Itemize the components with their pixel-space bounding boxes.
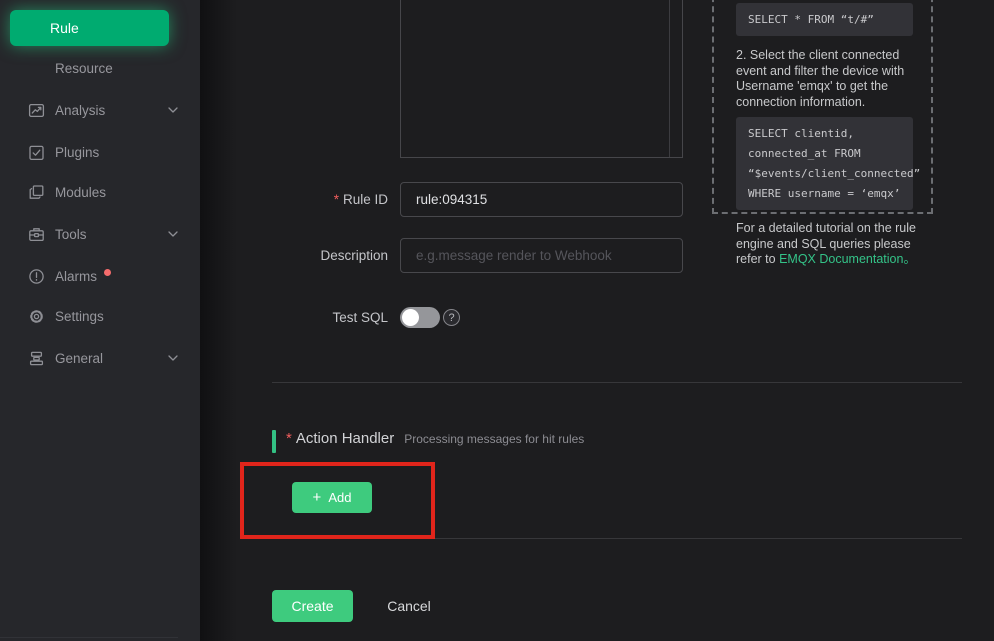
chevron-down-icon <box>167 229 179 239</box>
sidebar-item-label: Resource <box>55 61 113 76</box>
copy-icon <box>28 184 45 201</box>
sidebar-item-label: Settings <box>55 309 104 324</box>
section-divider <box>272 382 962 383</box>
alert-circle-icon <box>28 268 45 285</box>
section-title: Action Handler <box>296 430 394 447</box>
sidebar-item-label: General <box>55 351 103 366</box>
sql-example-client-connected: SELECT clientid, connected_at FROM “$eve… <box>736 117 913 210</box>
sql-example-basic: SELECT * FROM “t/#” <box>736 3 913 36</box>
app-root: { "colors": { "accent_green": "#00ab70",… <box>0 0 994 641</box>
emqx-documentation-link[interactable]: EMQX Documentation <box>779 252 903 266</box>
sidebar-item-plugins[interactable]: Plugins <box>0 132 200 172</box>
add-action-button[interactable]: + Add <box>292 482 372 513</box>
help-question-icon[interactable]: ? <box>443 309 460 326</box>
sidebar-bottom-divider <box>0 637 178 638</box>
alarm-badge-dot <box>104 269 111 276</box>
help-paragraph-1: 2. Select the client connected event and… <box>736 48 930 110</box>
test-sql-toggle[interactable] <box>400 307 440 328</box>
cancel-button[interactable]: Cancel <box>372 590 446 622</box>
sidebar-item-rule[interactable]: Rule <box>10 10 169 46</box>
description-input[interactable] <box>400 238 683 273</box>
description-label: Description <box>250 238 388 273</box>
sidebar-item-resource[interactable]: Resource <box>0 48 200 88</box>
toolbox-icon <box>28 226 45 243</box>
sidebar-item-label: Alarms <box>55 269 97 284</box>
checkbox-icon <box>28 144 45 161</box>
sidebar-item-alarms[interactable]: Alarms <box>0 256 200 296</box>
sql-editor[interactable] <box>400 0 683 158</box>
section-subtitle: Processing messages for hit rules <box>404 432 584 446</box>
required-asterisk: * <box>286 430 292 447</box>
help-paragraph-2: For a detailed tutorial on the rule engi… <box>736 221 930 268</box>
sidebar-item-label: Modules <box>55 185 106 200</box>
sidebar-item-settings[interactable]: Settings <box>0 296 200 336</box>
stack-icon <box>28 350 45 367</box>
toggle-knob <box>402 309 419 326</box>
sidebar-item-label: Plugins <box>55 145 99 160</box>
plus-icon: + <box>313 489 322 506</box>
create-button[interactable]: Create <box>272 590 353 622</box>
required-asterisk: * <box>334 192 339 207</box>
sidebar-item-analysis[interactable]: Analysis <box>0 90 200 130</box>
sidebar-item-modules[interactable]: Modules <box>0 172 200 212</box>
sidebar-item-tools[interactable]: Tools <box>0 214 200 254</box>
chevron-down-icon <box>167 353 179 363</box>
chevron-down-icon <box>167 105 179 115</box>
sql-editor-scrollbar-track[interactable] <box>669 0 670 157</box>
rule-id-input[interactable] <box>400 182 683 217</box>
sidebar-item-label: Analysis <box>55 103 105 118</box>
action-handler-header: *Action Handler Processing messages for … <box>286 430 584 447</box>
gear-icon <box>28 308 45 325</box>
sidebar: Rule Resource Analysis Plugins <box>0 0 200 641</box>
sidebar-item-label: Rule <box>50 20 79 36</box>
sidebar-item-general[interactable]: General <box>0 338 200 378</box>
test-sql-label: Test SQL <box>250 307 388 328</box>
rule-id-label: * Rule ID <box>250 182 388 217</box>
add-button-label: Add <box>328 490 351 505</box>
sidebar-item-label: Tools <box>55 227 87 242</box>
section-accent-bar <box>272 430 276 453</box>
chart-icon <box>28 102 45 119</box>
sidebar-shadow <box>200 0 237 641</box>
